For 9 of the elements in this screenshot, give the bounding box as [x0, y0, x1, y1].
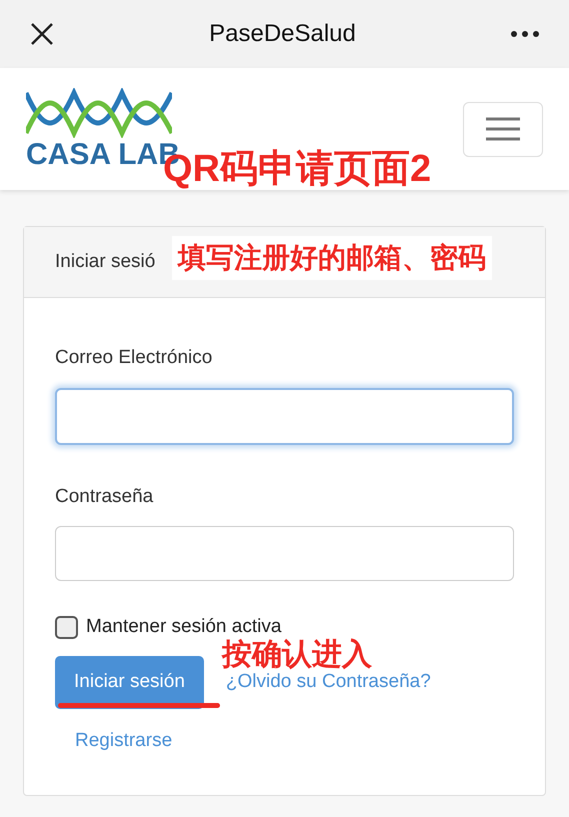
card-title: Iniciar sesió: [55, 250, 156, 274]
field-label: Contraseña: [55, 484, 154, 508]
checkbox-label: Mantener sesión activa: [86, 615, 282, 638]
annotation-text: 按确认进入: [222, 640, 372, 670]
page-title: PaseDeSalud: [209, 19, 356, 49]
field-label: Correo Electrónico: [55, 346, 214, 370]
register-link[interactable]: Registrarse: [75, 726, 514, 755]
login-button[interactable]: Iniciar sesión: [55, 656, 204, 708]
annotation-text: 填写注册好的邮箱、密码: [172, 236, 492, 280]
